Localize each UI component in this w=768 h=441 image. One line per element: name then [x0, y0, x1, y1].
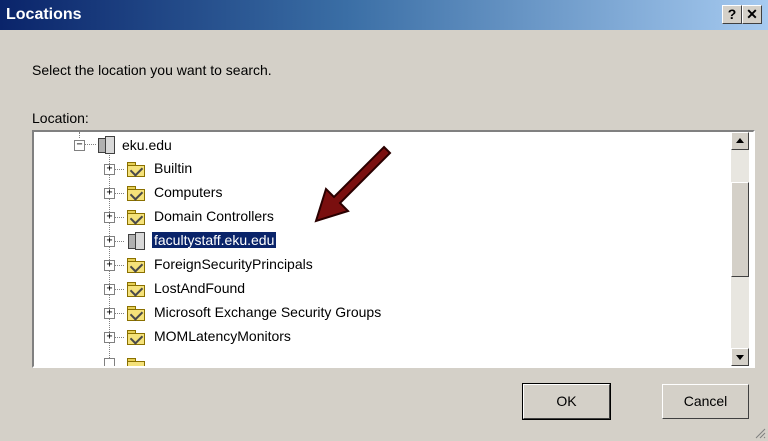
- tree-node-label: Computers: [154, 184, 223, 200]
- arrow-down-icon: [736, 355, 744, 360]
- tree-node-label: ForeignSecurityPrincipals: [154, 256, 313, 272]
- tree-node[interactable]: + ForeignSecurityPrincipals: [34, 254, 434, 276]
- tree-node[interactable]: + MOMLatencyMonitors: [34, 326, 434, 348]
- expand-icon[interactable]: +: [104, 164, 115, 175]
- expand-icon[interactable]: +: [104, 284, 115, 295]
- tree-node[interactable]: + LostAndFound: [34, 278, 434, 300]
- tree-node-label: LostAndFound: [154, 280, 246, 296]
- cancel-button[interactable]: Cancel: [662, 384, 749, 419]
- scroll-up-button[interactable]: [731, 132, 749, 150]
- title-bar: Locations ? ✕: [0, 0, 768, 30]
- arrow-up-icon: [736, 138, 744, 143]
- tree-node[interactable]: + Domain Controllers: [34, 206, 434, 228]
- prompt-text: Select the location you want to search.: [32, 62, 272, 78]
- tree-node-label: Domain Controllers: [154, 208, 274, 224]
- tree-node[interactable]: + Computers: [34, 182, 434, 204]
- domain-icon: [97, 136, 115, 154]
- close-button[interactable]: ✕: [742, 5, 762, 24]
- folder-icon: [127, 186, 145, 201]
- tree-node-label: Builtin: [154, 160, 193, 176]
- dialog-title: Locations: [6, 6, 82, 23]
- scroll-thumb[interactable]: [731, 182, 749, 277]
- expand-icon[interactable]: [104, 358, 115, 366]
- tree-node-label: MOMLatencyMonitors: [154, 328, 291, 344]
- tree-node[interactable]: + Builtin: [34, 158, 434, 180]
- expand-icon[interactable]: +: [104, 236, 115, 247]
- expand-icon[interactable]: +: [104, 212, 115, 223]
- locations-dialog: Locations ? ✕ Select the location you wa…: [0, 0, 768, 441]
- help-button[interactable]: ?: [722, 5, 742, 24]
- tree-node[interactable]: + Microsoft Exchange Security Groups: [34, 302, 534, 324]
- expand-icon[interactable]: +: [104, 332, 115, 343]
- location-tree[interactable]: − eku.edu + Builtin + Computers + Domain…: [32, 130, 755, 368]
- folder-icon: [127, 330, 145, 345]
- expand-icon[interactable]: +: [104, 188, 115, 199]
- tree-node-root[interactable]: − eku.edu: [34, 134, 334, 156]
- vertical-scrollbar[interactable]: [731, 132, 749, 366]
- folder-icon: [127, 282, 145, 297]
- folder-icon: [127, 358, 145, 366]
- tree-node-label: eku.edu: [122, 137, 172, 153]
- tree-node-label: facultystaff.eku.edu: [150, 231, 278, 249]
- tree-node-partial[interactable]: [34, 350, 334, 366]
- expand-icon[interactable]: +: [104, 260, 115, 271]
- folder-icon: [127, 210, 145, 225]
- expand-icon[interactable]: +: [104, 308, 115, 319]
- location-label: Location:: [32, 110, 89, 126]
- tree-node-selected[interactable]: + facultystaff.eku.edu: [34, 230, 434, 252]
- resize-grip-icon[interactable]: [754, 427, 766, 439]
- domain-icon: [127, 232, 145, 250]
- collapse-icon[interactable]: −: [74, 140, 85, 151]
- folder-icon: [127, 162, 145, 177]
- folder-icon: [127, 258, 145, 273]
- ok-button[interactable]: OK: [522, 383, 611, 420]
- folder-icon: [127, 306, 145, 321]
- scroll-down-button[interactable]: [731, 348, 749, 366]
- tree-node-label: Microsoft Exchange Security Groups: [154, 304, 382, 320]
- tree-viewport: − eku.edu + Builtin + Computers + Domain…: [34, 132, 731, 366]
